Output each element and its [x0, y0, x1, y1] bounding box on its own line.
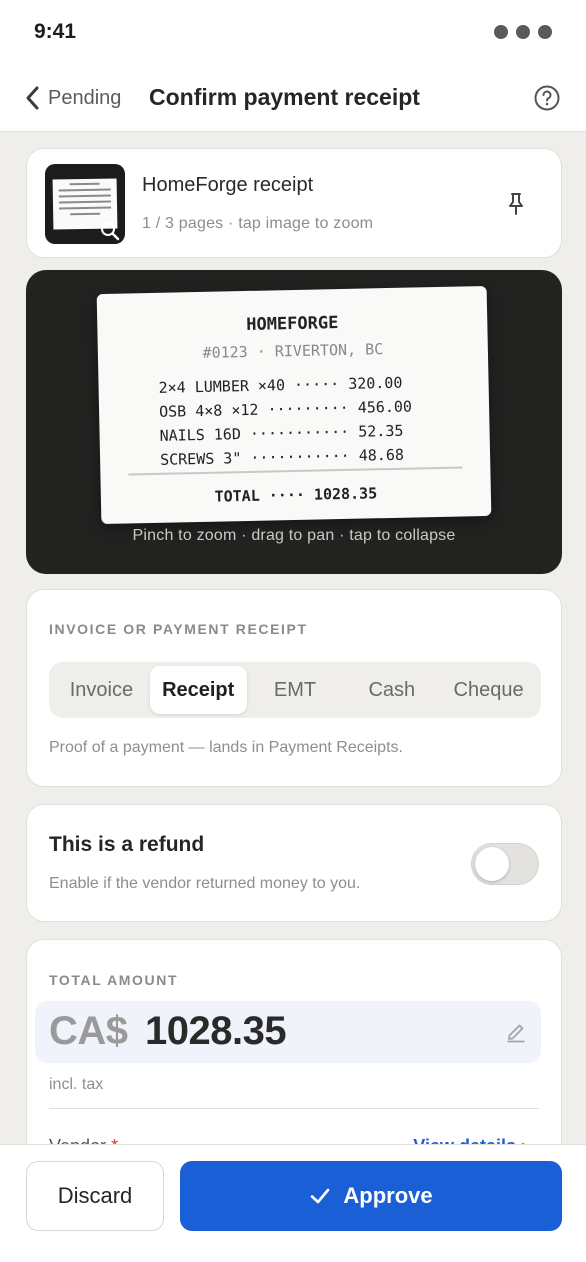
receipt-store: HOMEFORGE	[246, 313, 339, 335]
receipt-address: #0123 · RIVERTON, BC	[202, 340, 384, 362]
status-bar: 9:41	[0, 0, 586, 64]
amount-label: TOTAL AMOUNT	[49, 972, 179, 988]
check-icon	[311, 1188, 330, 1204]
zoom-icon	[101, 222, 120, 241]
receipt-thumbnail[interactable]	[45, 164, 125, 244]
status-indicators	[494, 25, 552, 39]
edit-icon[interactable]	[505, 1021, 527, 1043]
approve-label: Approve	[343, 1183, 433, 1208]
amount-value[interactable]: 1028.35	[145, 1009, 287, 1054]
help-icon[interactable]	[534, 85, 560, 111]
doc-type-hint: Proof of a payment — lands in Payment Re…	[49, 739, 403, 756]
receipt-line: SCREWS 3" ··········· 48.68	[159, 445, 405, 469]
approve-button[interactable]: Approve	[180, 1161, 562, 1231]
currency-label: CA$	[49, 1009, 128, 1053]
receipt-total: TOTAL ···· 1028.35	[214, 484, 378, 506]
document-title: HomeForge receipt	[142, 174, 314, 196]
tax-note: incl. tax	[49, 1076, 104, 1093]
discard-button[interactable]: Discard	[26, 1161, 164, 1231]
segment-invoice[interactable]: Invoice	[53, 666, 150, 714]
receipt-line: OSB 4×8 ×12 ········· 456.00	[158, 397, 413, 421]
receipt-line: NAILS 16D ··········· 52.35	[159, 421, 404, 445]
segment-emt[interactable]: EMT	[247, 666, 344, 714]
document-card[interactable]: HomeForge receipt 1 / 3 pages · tap imag…	[26, 148, 562, 258]
back-label: Pending	[48, 86, 122, 109]
receipt-viewer[interactable]: HOMEFORGE #0123 · RIVERTON, BC 2×4 LUMBE…	[26, 270, 562, 574]
refund-card: This is a refund Enable if the vendor re…	[26, 804, 562, 922]
receipt-image: HOMEFORGE #0123 · RIVERTON, BC 2×4 LUMBE…	[96, 285, 492, 525]
nav-bar: Pending Confirm payment receipt	[0, 64, 586, 132]
toggle-knob	[475, 847, 509, 881]
receipt-line: 2×4 LUMBER ×40 ····· 320.00	[158, 373, 403, 397]
page-title: Confirm payment receipt	[149, 84, 420, 110]
view-details-link[interactable]: View details ›	[413, 1136, 527, 1144]
viewer-hint: Pinch to zoom · drag to pan · tap to col…	[132, 527, 456, 544]
refund-title: This is a refund	[49, 833, 205, 856]
document-type-card: INVOICE OR PAYMENT RECEIPT Invoice Recei…	[26, 589, 562, 787]
vendor-label-text: Vendor	[49, 1136, 106, 1144]
required-mark: *	[111, 1136, 118, 1144]
segment-cheque[interactable]: Cheque	[440, 666, 537, 714]
amount-card: TOTAL AMOUNT CA$ 1028.35 incl. tax Vendo…	[26, 939, 562, 1144]
segment-cash[interactable]: Cash	[343, 666, 440, 714]
segment-receipt[interactable]: Receipt	[149, 666, 247, 714]
status-time: 9:41	[34, 20, 77, 43]
divider	[49, 1108, 539, 1109]
content-scroll[interactable]: HomeForge receipt 1 / 3 pages · tap imag…	[0, 132, 586, 1144]
pin-icon[interactable]	[505, 191, 527, 217]
chevron-left-icon	[26, 86, 39, 110]
refund-subtitle: Enable if the vendor returned money to y…	[49, 875, 361, 892]
back-button[interactable]: Pending	[22, 84, 121, 112]
doc-type-label: INVOICE OR PAYMENT RECEIPT	[49, 621, 308, 637]
vendor-label: Vendor *	[49, 1136, 118, 1144]
doc-type-segmented: Invoice Receipt EMT Cash Cheque	[49, 662, 541, 718]
amount-field[interactable]: CA$ 1028.35	[35, 1001, 541, 1063]
action-bar: Discard Approve	[0, 1144, 586, 1262]
refund-toggle[interactable]	[471, 843, 539, 885]
document-subtitle: 1 / 3 pages · tap image to zoom	[142, 215, 374, 232]
